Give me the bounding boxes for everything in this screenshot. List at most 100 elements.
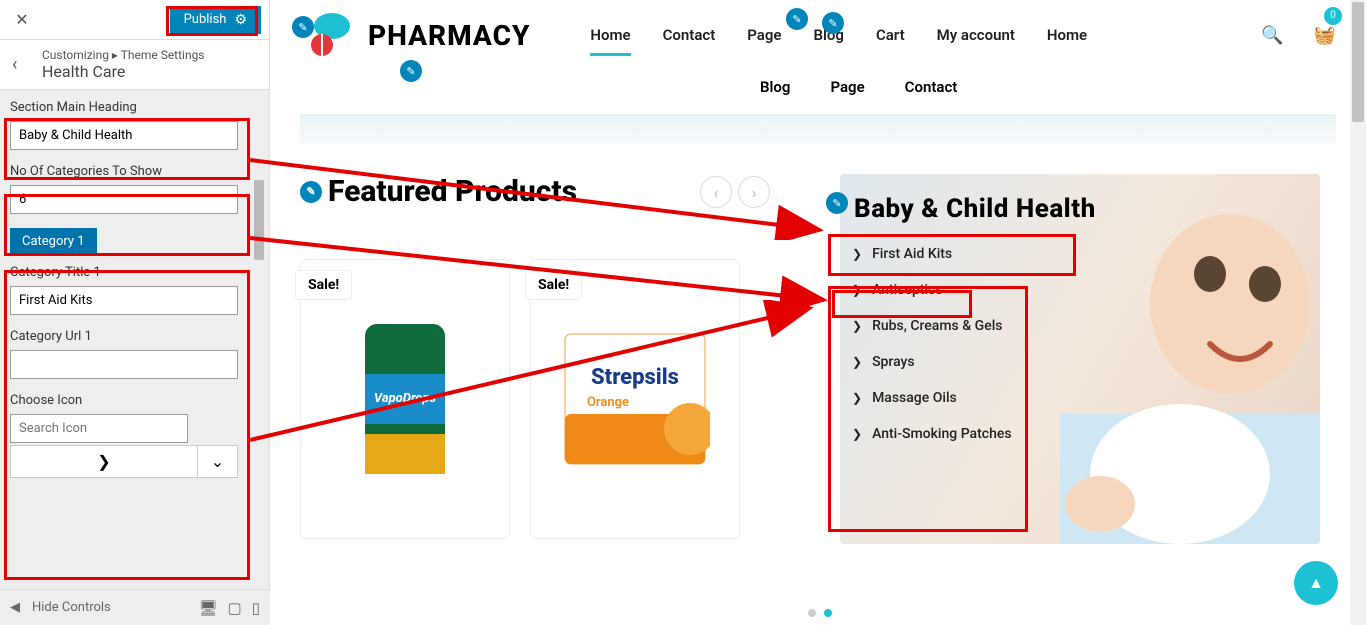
- chevron-right-icon: ❯: [852, 319, 862, 333]
- nav-page[interactable]: Page: [747, 26, 781, 44]
- nav-account[interactable]: My account: [937, 26, 1015, 44]
- sale-badge: Sale!: [295, 270, 352, 300]
- publish-label: Publish: [184, 12, 227, 27]
- sale-badge: Sale!: [525, 270, 582, 300]
- search-icon[interactable]: 🔍: [1261, 25, 1283, 46]
- scroll-top-button[interactable]: ▲: [1294, 561, 1338, 605]
- baby-image: [1060, 174, 1320, 544]
- product-list: Sale! VapoDrops Sale! Strepsils Orange: [300, 259, 800, 539]
- pencil-icon[interactable]: ✎: [292, 16, 314, 38]
- health-bg: Baby & Child Health ❯First Aid Kits ❯Ant…: [840, 174, 1320, 544]
- customizer-topbar: ✕ Publish ⚙: [0, 0, 269, 40]
- carousel-nav: ‹ ›: [700, 176, 770, 208]
- product-image: Strepsils Orange: [560, 314, 710, 484]
- section-heading-label: Section Main Heading: [10, 100, 259, 115]
- breadcrumb: ‹ Customizing ▸ Theme Settings Health Ca…: [0, 40, 269, 90]
- chevron-right-icon: ❯: [852, 247, 862, 261]
- header-icons: 🔍 🧺 0: [1261, 25, 1336, 46]
- pencil-icon[interactable]: ✎: [400, 60, 422, 82]
- nav-home2[interactable]: Home: [1047, 26, 1087, 44]
- category-item[interactable]: ❯ Anti-Smoking Patches: [848, 416, 1048, 452]
- icon-pager: ❯ ⌄: [10, 445, 238, 478]
- secondary-nav: Blog Page Contact: [760, 60, 1366, 106]
- scroll-thumb[interactable]: [1352, 2, 1364, 122]
- breadcrumb-path: Customizing ▸ Theme Settings: [42, 48, 205, 62]
- categories-count-label: No Of Categories To Show: [10, 164, 259, 179]
- category-url-input[interactable]: [10, 350, 238, 379]
- dot-active[interactable]: [824, 609, 832, 617]
- category-item[interactable]: ❯ Massage Oils: [848, 380, 1048, 416]
- brand-text: PHARMACY: [368, 19, 530, 52]
- category-label: First Aid Kits: [872, 246, 952, 262]
- category-url-label: Category Url 1: [10, 329, 259, 344]
- nav2-blog[interactable]: Blog: [760, 78, 790, 96]
- svg-text:Strepsils: Strepsils: [591, 365, 679, 390]
- category-label: Massage Oils: [872, 390, 957, 406]
- back-button[interactable]: ‹: [12, 54, 42, 75]
- nav-home[interactable]: Home: [590, 26, 630, 44]
- chevron-right-icon: ❯: [852, 391, 862, 405]
- category-item[interactable]: ❯Rubs, Creams & Gels: [848, 308, 1048, 344]
- hero-strip: [300, 114, 1336, 144]
- tablet-icon[interactable]: ▢: [228, 599, 242, 617]
- category-title-label: Category Title 1: [10, 265, 259, 280]
- gear-icon[interactable]: ⚙: [234, 12, 247, 28]
- nav-cart[interactable]: Cart: [876, 26, 905, 44]
- nav2-page[interactable]: Page: [830, 78, 864, 96]
- featured-column: ✎ Featured Products ‹ › Sale! VapoDrops: [300, 174, 800, 544]
- categories-count-input[interactable]: [10, 185, 238, 214]
- category-item[interactable]: ❯ First Aid Kits: [848, 236, 1048, 272]
- nav2-contact[interactable]: Contact: [905, 78, 958, 96]
- category-badge: Category 1: [10, 228, 97, 255]
- health-panel: ✎ Baby & Child Health ❯First Aid Kits ❯A…: [840, 174, 1320, 544]
- svg-text:VapoDrops: VapoDrops: [374, 391, 437, 406]
- customizer-panel: ✕ Publish ⚙ ‹ Customizing ▸ Theme Settin…: [0, 0, 270, 625]
- panel-body: Section Main Heading No Of Categories To…: [0, 90, 269, 590]
- search-icon-input[interactable]: [10, 414, 188, 443]
- dot[interactable]: [808, 609, 816, 617]
- category-label: Sprays: [872, 354, 915, 370]
- category-item[interactable]: ❯ Sprays: [848, 344, 1048, 380]
- chevron-right-icon: ❯: [852, 355, 862, 369]
- category-label: Antiseptics: [872, 282, 943, 298]
- hide-controls-label[interactable]: Hide Controls: [32, 600, 111, 615]
- svg-text:Orange: Orange: [587, 395, 629, 410]
- breadcrumb-title: Health Care: [42, 62, 205, 81]
- pencil-icon[interactable]: ✎: [300, 181, 322, 203]
- featured-heading-text: Featured Products: [328, 174, 577, 209]
- carousel-next-icon[interactable]: ›: [738, 176, 770, 208]
- scrollbar[interactable]: [1350, 0, 1366, 625]
- site-logo[interactable]: PHARMACY: [300, 10, 530, 60]
- cart-count-badge: 0: [1324, 7, 1342, 25]
- site-header: ✎ PHARMACY Home Contact Page Blog Cart M…: [270, 0, 1366, 60]
- nav-contact[interactable]: Contact: [663, 26, 716, 44]
- carousel-dots: [808, 609, 832, 617]
- pencil-icon[interactable]: ✎: [786, 8, 808, 30]
- category-label: Anti-Smoking Patches: [872, 426, 1012, 442]
- category-item[interactable]: ❯ Antiseptics: [848, 272, 1048, 308]
- chevron-right-icon[interactable]: ❯: [11, 446, 197, 477]
- category-list: ❯ First Aid Kits ❯ Antiseptics ❯Rubs, Crea…: [848, 236, 1048, 452]
- chevron-right-icon: ❯: [852, 283, 862, 297]
- category-title-input[interactable]: [10, 286, 238, 315]
- product-card[interactable]: Sale! Strepsils Orange: [530, 259, 740, 539]
- chevron-down-icon[interactable]: ⌄: [197, 446, 237, 477]
- publish-button[interactable]: Publish ⚙: [170, 6, 261, 34]
- section-heading-input[interactable]: [10, 121, 238, 150]
- chevron-right-icon: ❯: [852, 427, 862, 441]
- collapse-icon[interactable]: ◀: [10, 600, 20, 615]
- mobile-icon[interactable]: ▯: [252, 599, 260, 617]
- pencil-icon[interactable]: ✎: [822, 12, 844, 34]
- panel-scroll-thumb[interactable]: [254, 180, 264, 260]
- carousel-prev-icon[interactable]: ‹: [700, 176, 732, 208]
- main-row: ✎ Featured Products ‹ › Sale! VapoDrops: [270, 174, 1366, 544]
- product-card[interactable]: Sale! VapoDrops: [300, 259, 510, 539]
- pencil-icon[interactable]: ✎: [826, 192, 848, 214]
- footer-controls: ◀ Hide Controls 🖥 ▢ ▯: [0, 589, 270, 625]
- cart-icon[interactable]: 🧺 0: [1314, 25, 1336, 46]
- desktop-icon[interactable]: 🖥: [199, 599, 218, 617]
- preview-pane: ✎ PHARMACY Home Contact Page Blog Cart M…: [270, 0, 1366, 625]
- close-icon[interactable]: ✕: [8, 6, 36, 34]
- product-image: VapoDrops: [345, 314, 465, 484]
- choose-icon-label: Choose Icon: [10, 393, 259, 408]
